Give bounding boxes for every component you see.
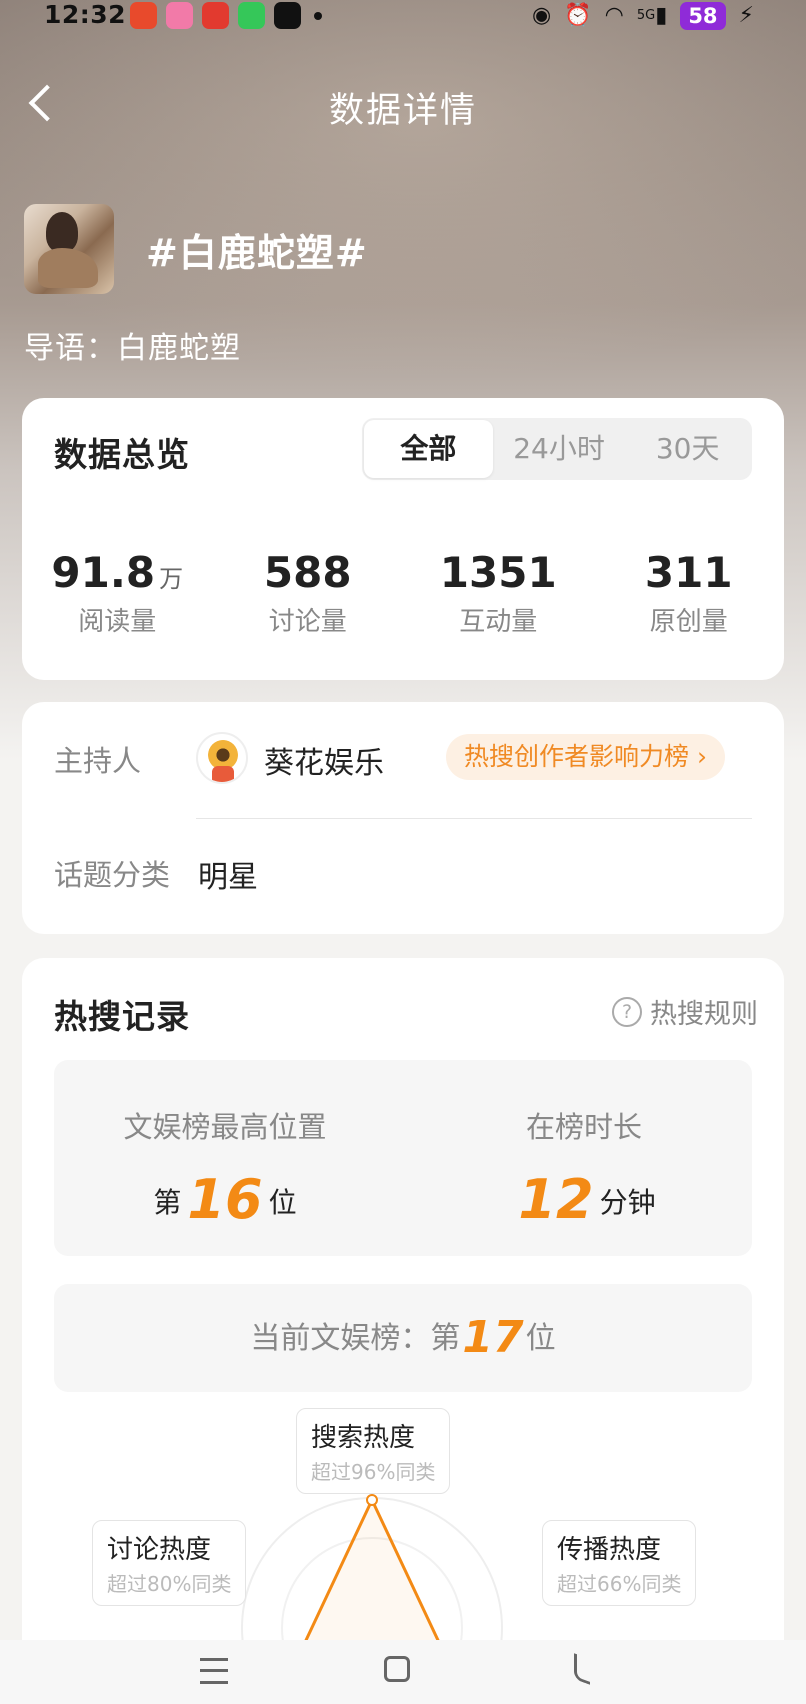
current-prefix: 当前文娱榜：第 bbox=[250, 1321, 461, 1356]
speed-icon: ◉ bbox=[532, 3, 552, 28]
stat-original: 311 原创量 bbox=[594, 548, 785, 638]
stat-value: 588 bbox=[263, 548, 352, 597]
thumbnail-body bbox=[38, 248, 98, 288]
radar-label-sub: 超过66%同类 bbox=[557, 1572, 682, 1596]
current-suffix: 位 bbox=[525, 1321, 556, 1356]
stat-interactions: 1351 互动量 bbox=[403, 548, 594, 638]
radar-label-sub: 超过80%同类 bbox=[107, 1572, 232, 1596]
duration-unit: 分钟 bbox=[599, 1186, 656, 1219]
app-notification-icon bbox=[130, 2, 157, 29]
host-label: 主持人 bbox=[54, 744, 142, 778]
signal-icon: 5G▮ bbox=[636, 3, 668, 28]
rules-link[interactable]: ? 热搜规则 bbox=[612, 992, 758, 1031]
influence-rank-link[interactable]: 热搜创作者影响力榜 › bbox=[446, 734, 725, 780]
battery-icon: 58 bbox=[680, 2, 726, 30]
menu-icon[interactable] bbox=[200, 1658, 228, 1684]
status-time: 12:32 bbox=[44, 0, 127, 29]
topic-name: #白鹿蛇塑# bbox=[146, 231, 368, 275]
stats-row: 91.8 万 阅读量 588 讨论量 1351 互动量 311 原创量 bbox=[22, 548, 784, 638]
app-notification-icon bbox=[274, 2, 301, 29]
overview-card: 数据总览 全部 24小时 30天 91.8 万 阅读量 588 讨论量 1351 … bbox=[22, 398, 784, 680]
app-notification-icon bbox=[238, 2, 265, 29]
top-nav: 数据详情 bbox=[0, 70, 806, 140]
stat-value: 311 bbox=[644, 548, 733, 597]
radar-label-title: 传播热度 bbox=[557, 1535, 662, 1565]
stat-label: 原创量 bbox=[649, 607, 728, 637]
current-rank: 当前文娱榜：第17位 bbox=[54, 1284, 752, 1392]
peak-value: 16 bbox=[187, 1168, 263, 1231]
ranking-summary: 文娱榜最高位置 第 16 位 在榜时长 12 分钟 bbox=[54, 1060, 752, 1256]
peak-title: 文娱榜最高位置 bbox=[123, 1110, 327, 1144]
system-nav-bar bbox=[0, 1640, 806, 1704]
question-icon: ? bbox=[612, 996, 642, 1027]
stat-reads: 91.8 万 阅读量 bbox=[22, 548, 213, 638]
wifi-icon: ◠ bbox=[604, 3, 624, 28]
radar-label-title: 搜索热度 bbox=[311, 1423, 416, 1453]
peak-suffix: 位 bbox=[268, 1186, 297, 1219]
host-card: 主持人 葵花娱乐 热搜创作者影响力榜 › 话题分类 明星 bbox=[22, 702, 784, 934]
rules-label: 热搜规则 bbox=[650, 999, 758, 1030]
alarm-icon: ⏰ bbox=[564, 3, 592, 28]
on-list-duration: 在榜时长 12 分钟 bbox=[484, 1104, 684, 1231]
overview-title: 数据总览 bbox=[54, 435, 190, 474]
topic-intro: 导语：白鹿蛇塑 bbox=[24, 331, 241, 366]
tab-30d[interactable]: 30天 bbox=[623, 418, 752, 480]
peak-prefix: 第 bbox=[153, 1186, 182, 1219]
stat-unit: 万 bbox=[159, 565, 184, 593]
category-label: 话题分类 bbox=[54, 858, 171, 892]
duration-title: 在榜时长 bbox=[525, 1110, 642, 1144]
current-value: 17 bbox=[462, 1312, 524, 1363]
more-notifications-dot bbox=[314, 11, 322, 20]
duration-value: 12 bbox=[518, 1168, 594, 1231]
network-type: 5G bbox=[636, 8, 656, 23]
host-avatar[interactable] bbox=[196, 732, 248, 784]
system-icons: ◉ ⏰ ◠ 5G▮ 58 ⚡ bbox=[532, 2, 754, 30]
charging-icon: ⚡ bbox=[738, 3, 754, 28]
divider bbox=[196, 818, 752, 819]
stat-label: 讨论量 bbox=[268, 607, 347, 637]
radar-label-sub: 超过96%同类 bbox=[311, 1460, 436, 1484]
hot-search-title: 热搜记录 bbox=[54, 997, 190, 1036]
stat-value: 91.8 bbox=[51, 548, 156, 597]
stat-label: 阅读量 bbox=[78, 607, 157, 637]
tab-all[interactable]: 全部 bbox=[364, 420, 493, 478]
home-icon[interactable] bbox=[384, 1656, 410, 1682]
radar-label-spread: 传播热度 超过66%同类 bbox=[542, 1520, 697, 1606]
peak-position: 文娱榜最高位置 第 16 位 bbox=[98, 1104, 352, 1231]
radar-point bbox=[366, 1494, 378, 1506]
page-title: 数据详情 bbox=[328, 91, 477, 131]
stat-value: 1351 bbox=[439, 548, 557, 597]
app-notification-icon bbox=[202, 2, 229, 29]
notification-icons bbox=[130, 2, 322, 29]
stat-discussions: 588 讨论量 bbox=[213, 548, 404, 638]
tab-24h[interactable]: 24小时 bbox=[495, 418, 624, 480]
radar-label-discussion: 讨论热度 超过80%同类 bbox=[92, 1520, 247, 1606]
status-bar: 12:32 ◉ ⏰ ◠ 5G▮ 58 ⚡ bbox=[0, 0, 806, 34]
host-name[interactable]: 葵花娱乐 bbox=[264, 738, 384, 782]
back-icon[interactable] bbox=[574, 1653, 590, 1685]
app-notification-icon bbox=[166, 2, 193, 29]
stat-label: 互动量 bbox=[459, 607, 538, 637]
topic-thumbnail[interactable] bbox=[24, 204, 114, 294]
radar-label-search: 搜索热度 超过96%同类 bbox=[296, 1408, 451, 1494]
thumbnail-figure bbox=[46, 212, 78, 252]
time-range-tabs: 全部 24小时 30天 bbox=[362, 418, 752, 480]
hot-search-card: 热搜记录 ? 热搜规则 文娱榜最高位置 第 16 位 在榜时长 12 分钟 当前文娱榜… bbox=[22, 958, 784, 1704]
radar-label-title: 讨论热度 bbox=[107, 1535, 212, 1565]
category-value: 明星 bbox=[198, 860, 258, 895]
